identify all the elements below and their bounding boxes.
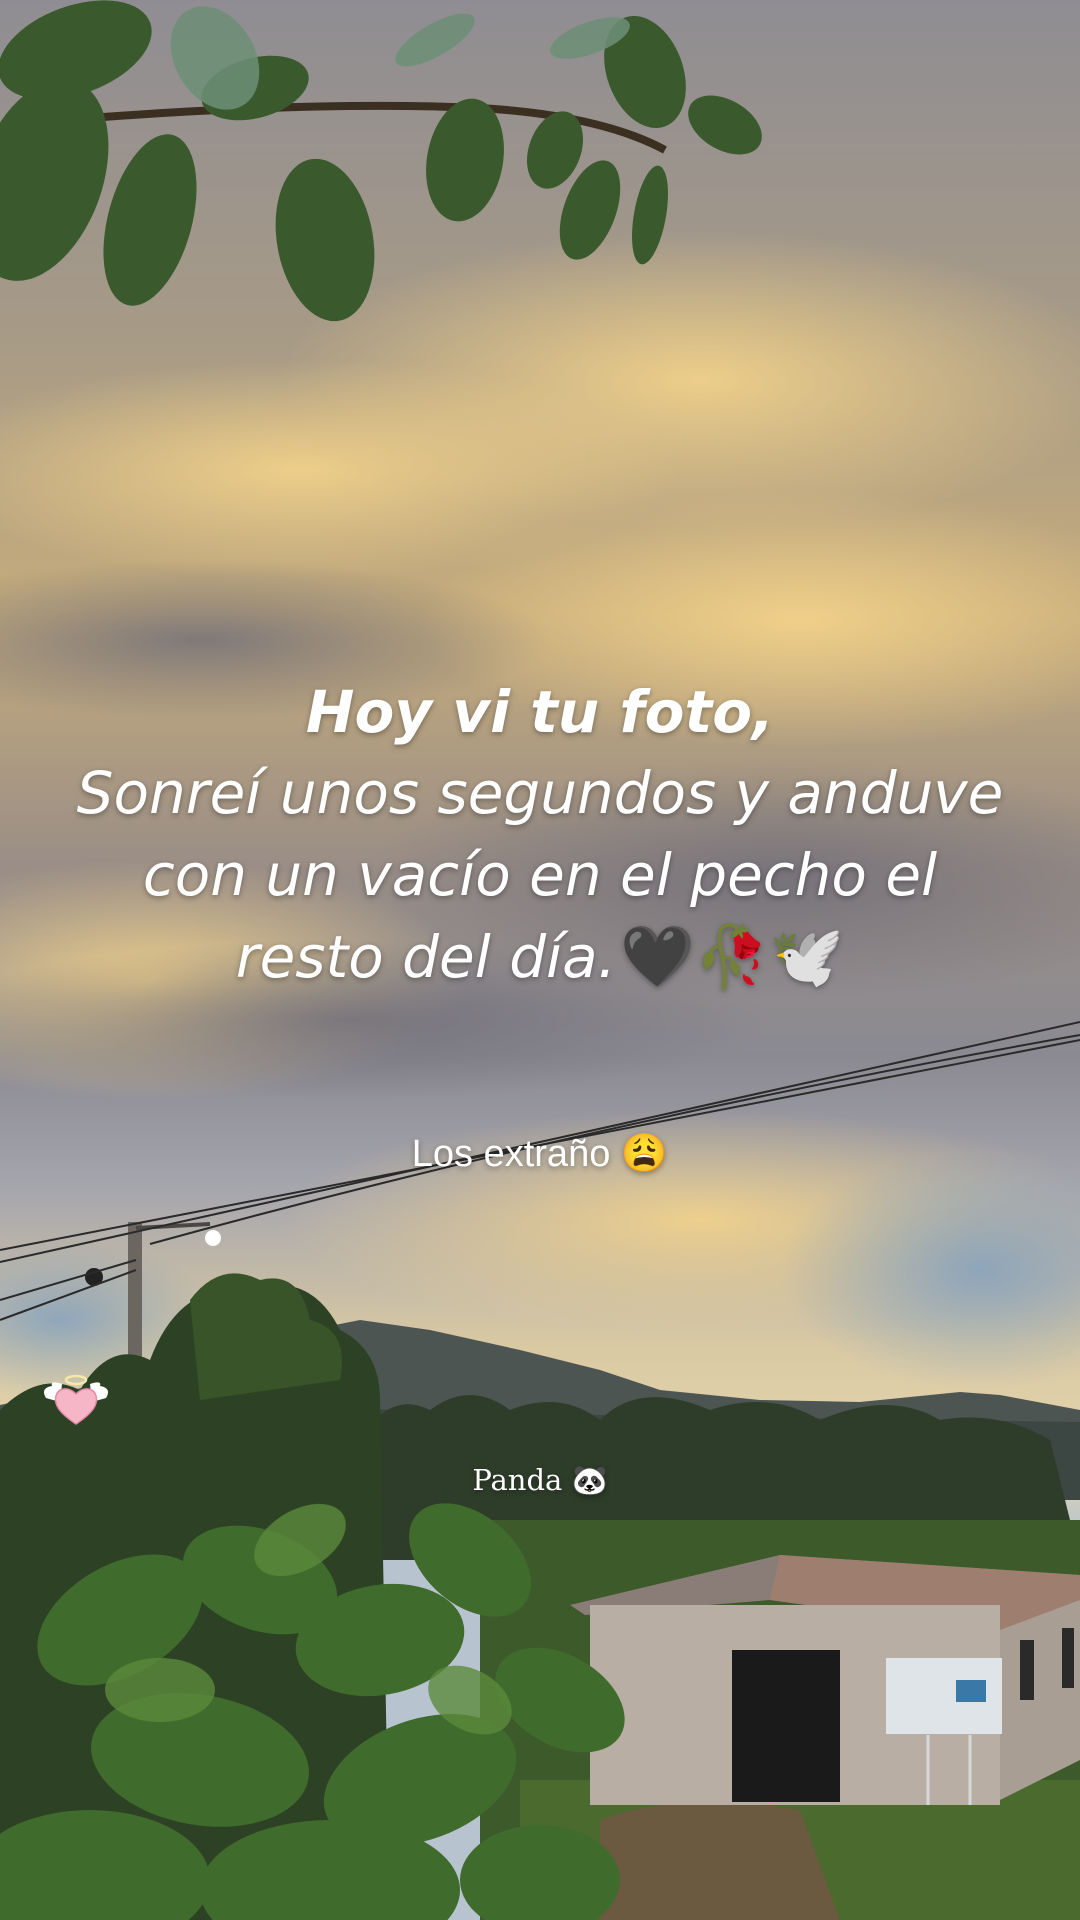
subtext-label: Los extraño 😩 bbox=[0, 1130, 1080, 1178]
caption-emoji: 🖤🥀🕊️ bbox=[620, 922, 845, 992]
username-text: Panda bbox=[472, 1463, 563, 1497]
username-tag: Panda 🐼 bbox=[0, 1462, 1080, 1498]
caption-poem: Sonreí unos segundos y anduve con un vac… bbox=[0, 752, 1080, 998]
story-screen: Hoy vi tu foto, Sonreí unos segundos y a… bbox=[0, 0, 1080, 1920]
subtext-text: Los extraño bbox=[411, 1133, 611, 1175]
angel-heart-icon bbox=[44, 1374, 108, 1425]
subtext-emoji: 😩 bbox=[620, 1133, 669, 1175]
username-emoji: 🐼 bbox=[571, 1463, 608, 1497]
caption-line-last: resto del día.🖤🥀🕊️ bbox=[0, 916, 1080, 998]
caption-headline: Hoy vi tu foto, bbox=[305, 678, 775, 746]
caption-line-text: resto del día. bbox=[235, 923, 617, 991]
caption-line: Sonreí unos segundos y anduve bbox=[76, 759, 1004, 827]
caption-line: con un vacío en el pecho el bbox=[142, 841, 938, 909]
